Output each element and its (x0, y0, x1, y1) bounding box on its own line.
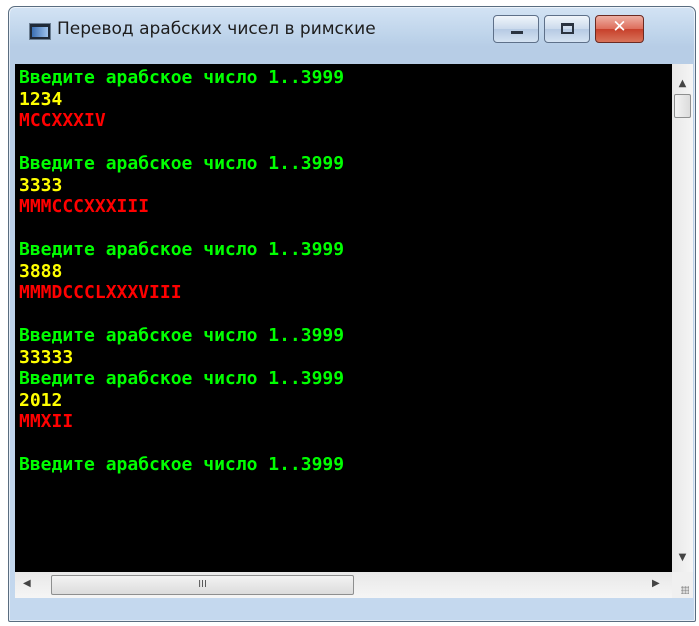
scroll-left-arrow-icon[interactable]: ◀ (23, 578, 31, 589)
console-line-result: MMXII (19, 411, 74, 432)
console-line-input: 3888 (19, 260, 63, 282)
maximize-button[interactable] (544, 15, 590, 43)
maximize-icon (561, 23, 574, 34)
minimize-icon (511, 31, 523, 34)
horizontal-scroll-thumb[interactable]: III (51, 575, 354, 595)
scroll-up-arrow-icon[interactable]: ▲ (672, 78, 693, 89)
console-lines: Введите арабское число 1..3999 1234 MCCXXX… (19, 68, 344, 477)
console-line-prompt: Введите арабское число 1..3999 (19, 368, 345, 389)
close-icon: ✕ (612, 17, 627, 37)
title-bar[interactable]: Перевод арабских чисел в римские ✕ (9, 7, 695, 53)
console-line-input: 33333 (19, 346, 74, 368)
resize-grip-icon[interactable] (672, 572, 693, 598)
scroll-down-arrow-icon[interactable]: ▼ (672, 552, 693, 563)
console-app-icon[interactable] (29, 23, 51, 40)
vertical-scrollbar[interactable]: ▲ ▼ (672, 64, 693, 572)
close-button[interactable]: ✕ (595, 15, 644, 43)
horizontal-scrollbar[interactable]: ◀ III ▶ (15, 572, 672, 598)
console-line-result: MMMCCCXXXIII (19, 196, 150, 217)
console-line-prompt: Введите арабское число 1..3999 (19, 67, 345, 88)
console-line-input: 1234 (19, 88, 63, 110)
console-line-result: MMMDCCCLXXXVIII (19, 282, 182, 303)
window-title: Перевод арабских чисел в римские (57, 19, 376, 39)
console-line-prompt: Введите арабское число 1..3999 (19, 325, 345, 346)
scroll-right-arrow-icon[interactable]: ▶ (652, 578, 660, 589)
console-line-prompt: Введите арабское число 1..3999 (19, 454, 345, 475)
console-line-prompt: Введите арабское число 1..3999 (19, 153, 345, 174)
console-line-prompt: Введите арабское число 1..3999 (19, 239, 345, 260)
console-output[interactable]: Введите арабское число 1..3999 1234 MCCXXX… (15, 64, 672, 572)
vertical-scroll-thumb[interactable] (674, 94, 691, 118)
minimize-button[interactable] (493, 15, 539, 43)
console-line-result: MCCXXXIV (19, 110, 106, 131)
console-line-input: 2012 (19, 389, 63, 411)
console-line-input: 3333 (19, 174, 63, 196)
